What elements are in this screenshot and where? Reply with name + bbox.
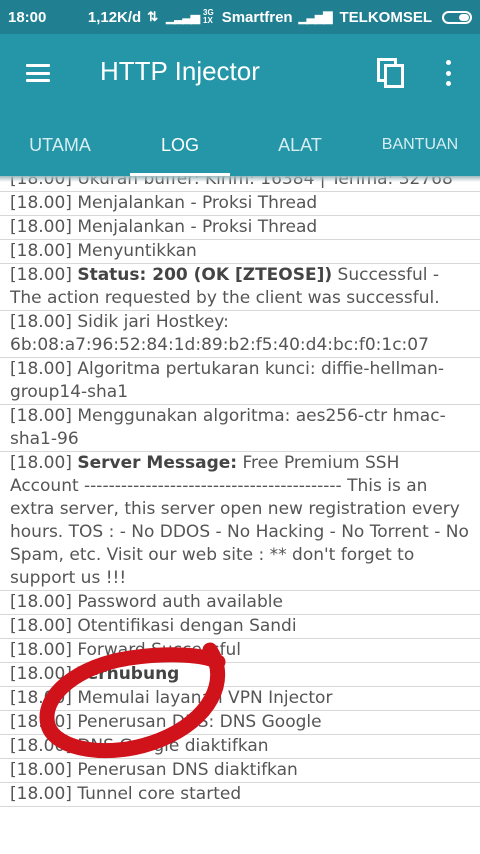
hamburger-menu-icon[interactable] <box>26 64 50 82</box>
app-bar: HTTP Injector <box>0 34 480 114</box>
signal-bars-icon: ▁▂▃▅ <box>166 10 200 24</box>
log-entry: [18.00] Penerusan DNS: DNS Google <box>0 711 480 735</box>
tab-bar-shadow <box>0 176 480 182</box>
tab-bantuan[interactable]: BANTUAN <box>360 114 480 176</box>
network-type-bottom: 1X <box>203 16 213 25</box>
log-entry-connected: [18.00] Terhubung <box>0 663 480 687</box>
network-type: 3G 1X <box>203 9 214 25</box>
carrier-2: TELKOMSEL <box>339 8 433 26</box>
log-entry-server-message: [18.00] Server Message: Free Premium SSH… <box>0 452 480 591</box>
log-list-inner: [18.00] Ukuran buffer: Kirim: 16384 | Te… <box>0 176 480 807</box>
log-entry: [18.00] Password auth available <box>0 591 480 615</box>
log-entry: [18.00] Menyuntikkan <box>0 240 480 264</box>
signal-strength-icon: ▁▃▅▇ <box>298 10 333 24</box>
tab-bar: UTAMA LOG ALAT BANTUAN <box>0 114 480 176</box>
log-entry: [18.00] Forward Successful <box>0 639 480 663</box>
network-speed: 1,12K/d <box>87 8 142 26</box>
log-entry: [18.00] Tunnel core started <box>0 783 480 807</box>
log-entry-hostkey: [18.00] Sidik jari Hostkey: 6b:08:a7:96:… <box>0 311 480 358</box>
tab-alat[interactable]: ALAT <box>240 114 360 176</box>
tab-log[interactable]: LOG <box>120 114 240 176</box>
tab-utama[interactable]: UTAMA <box>0 114 120 176</box>
more-options-icon[interactable] <box>444 60 452 86</box>
battery-icon <box>442 10 472 24</box>
app-title: HTTP Injector <box>100 56 260 86</box>
status-time: 18:00 <box>8 8 47 26</box>
log-entry: [18.00] Otentifikasi dengan Sandi <box>0 615 480 639</box>
log-entry: [18.00] Penerusan DNS diaktifkan <box>0 759 480 783</box>
log-entry: [18.00] Algoritma pertukaran kunci: diff… <box>0 358 480 405</box>
log-entry: [18.00] DNS Google diaktifkan <box>0 735 480 759</box>
carrier-1: Smartfren <box>221 8 293 26</box>
log-entry: [18.00] Memulai layanan VPN Injector <box>0 687 480 711</box>
data-transfer-icon: ⇅ <box>147 9 159 24</box>
log-entry: [18.00] Menjalankan - Proksi Thread <box>0 216 480 240</box>
log-entry: [18.00] Menjalankan - Proksi Thread <box>0 192 480 216</box>
log-entry-status: [18.00] Status: 200 (OK [ZTEOSE]) Succes… <box>0 264 480 311</box>
status-bar: 18:00 1,12K/d ⇅ ▁▂▃▅ 3G 1X Smartfren ▁▃▅… <box>0 0 480 34</box>
log-entry: [18.00] Menggunakan algoritma: aes256-ct… <box>0 405 480 452</box>
copy-icon[interactable] <box>377 58 405 88</box>
log-list[interactable]: [18.00] Ukuran buffer: Kirim: 16384 | Te… <box>0 176 480 854</box>
